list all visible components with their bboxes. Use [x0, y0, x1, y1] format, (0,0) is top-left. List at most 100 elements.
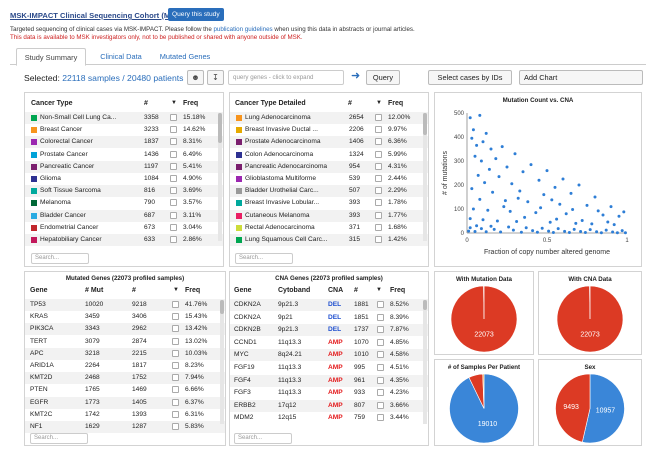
- scatter-plot[interactable]: 0 100 200 300 400 500 0 0.5 1 Fraction of copy nu…: [435, 105, 641, 267]
- table-row[interactable]: CCND1 11q13.3 AMP 1070 4.85%: [230, 337, 428, 349]
- table-row[interactable]: Bladder Cancer 687 3.11%: [25, 209, 223, 222]
- row-checkbox[interactable]: [375, 138, 382, 146]
- table-row[interactable]: Prostate Adenocarcinoma 1406 6.36%: [230, 136, 428, 149]
- freq-header[interactable]: Freq: [388, 100, 403, 107]
- table-row[interactable]: Rectal Adenocarcinoma 371 1.68%: [230, 222, 428, 234]
- cancer-type-scrollbar[interactable]: [218, 113, 222, 241]
- row-checkbox[interactable]: [375, 187, 382, 195]
- row-checkbox[interactable]: [377, 326, 384, 334]
- freq-header[interactable]: Freq: [183, 100, 198, 107]
- download-icon[interactable]: ↧: [207, 70, 224, 85]
- table-row[interactable]: Hepatobiliary Cancer 633 2.86%: [25, 234, 223, 246]
- gene-query-input[interactable]: query genes - click to expand: [228, 70, 344, 85]
- samples-per-patient-pie[interactable]: 19010: [435, 372, 533, 445]
- table-row[interactable]: TERT 3079 2874 13.02%: [25, 336, 225, 348]
- table-row[interactable]: Pancreatic Cancer 1197 5.41%: [25, 160, 223, 173]
- sex-pie[interactable]: 10957 9493: [539, 372, 641, 445]
- row-checkbox[interactable]: [377, 376, 384, 384]
- row-checkbox[interactable]: [377, 389, 384, 397]
- tab-clinical-data[interactable]: Clinical Data: [94, 48, 148, 65]
- query-study-button[interactable]: Query this study: [168, 8, 224, 21]
- row-checkbox[interactable]: [375, 236, 382, 243]
- table-row[interactable]: Prostate Cancer 1436 6.49%: [25, 149, 223, 161]
- row-checkbox[interactable]: [172, 313, 179, 321]
- cna-header[interactable]: CNA: [328, 287, 343, 294]
- table-row[interactable]: Pancreatic Adenocarcinoma 954 4.31%: [230, 160, 428, 173]
- table-row[interactable]: APC 3218 2215 10.03%: [25, 347, 225, 360]
- table-row[interactable]: CDKN2B 9p21.3 DEL 1737 7.87%: [230, 324, 428, 337]
- table-row[interactable]: Lung Adenocarcinoma 2654 12.00%: [230, 112, 428, 124]
- selected-samples[interactable]: 22118 samples: [62, 73, 120, 83]
- cna-data-pie[interactable]: 22073: [539, 284, 641, 354]
- sort-icon[interactable]: ▼: [376, 287, 382, 293]
- row-checkbox[interactable]: [377, 364, 384, 371]
- table-row[interactable]: Melanoma 790 3.57%: [25, 197, 223, 209]
- cancer-type-detailed-search[interactable]: Search...: [235, 253, 293, 264]
- row-checkbox[interactable]: [375, 175, 382, 182]
- table-row[interactable]: Breast Invasive Ductal ... 2206 9.97%: [230, 124, 428, 136]
- count-header[interactable]: #: [144, 100, 148, 107]
- gene-name[interactable]: KMT2C: [30, 411, 52, 418]
- table-row[interactable]: Non-Small Cell Lung Ca... 3358 15.18%: [25, 112, 223, 124]
- gene-header[interactable]: Gene: [234, 287, 252, 294]
- cna-genes-scrollbar[interactable]: [423, 300, 427, 424]
- row-checkbox[interactable]: [377, 338, 384, 346]
- gene-header[interactable]: Gene: [30, 287, 48, 294]
- table-row[interactable]: Bladder Urothelial Carc... 507 2.29%: [230, 185, 428, 198]
- table-row[interactable]: TP53 10020 9218 41.76%: [25, 299, 225, 311]
- row-checkbox[interactable]: [377, 351, 384, 359]
- gene-name[interactable]: CDKN2A: [234, 301, 261, 308]
- cancer-type-header[interactable]: Cancer Type: [31, 100, 73, 107]
- table-row[interactable]: Glioma 1084 4.90%: [25, 173, 223, 185]
- gene-name[interactable]: MDM2: [234, 414, 253, 421]
- row-checkbox[interactable]: [170, 211, 177, 219]
- table-row[interactable]: CDKN2A 9p21 DEL 1851 8.39%: [230, 312, 428, 324]
- cancer-type-detailed-scrollbar[interactable]: [423, 113, 427, 241]
- row-checkbox[interactable]: [170, 187, 177, 195]
- sort-icon[interactable]: ▼: [171, 100, 177, 106]
- table-row[interactable]: Glioblastoma Multiforme 539 2.44%: [230, 173, 428, 185]
- row-checkbox[interactable]: [170, 223, 177, 231]
- tab-study-summary[interactable]: Study Summary: [16, 48, 86, 66]
- table-row[interactable]: Colorectal Cancer 1837 8.31%: [25, 136, 223, 149]
- table-row[interactable]: Lung Squamous Cell Carc... 315 1.42%: [230, 234, 428, 246]
- gene-name[interactable]: CDKN2A: [234, 314, 261, 321]
- count-header[interactable]: #: [348, 100, 352, 107]
- row-checkbox[interactable]: [172, 301, 179, 308]
- gene-name[interactable]: FGF4: [234, 377, 251, 384]
- gene-name[interactable]: TERT: [30, 338, 47, 345]
- gene-name[interactable]: EGFR: [30, 399, 48, 406]
- mutation-data-pie[interactable]: 22073: [435, 284, 533, 354]
- table-row[interactable]: Breast Invasive Lobular... 393 1.78%: [230, 197, 428, 209]
- table-row[interactable]: MDM2 12q15 AMP 759 3.44%: [230, 412, 428, 424]
- row-checkbox[interactable]: [377, 313, 384, 321]
- row-checkbox[interactable]: [375, 223, 382, 231]
- row-checkbox[interactable]: [377, 401, 384, 409]
- row-checkbox[interactable]: [170, 175, 177, 182]
- row-checkbox[interactable]: [375, 162, 382, 170]
- table-row[interactable]: Colon Adenocarcinoma 1324 5.99%: [230, 149, 428, 161]
- freq-header[interactable]: Freq: [390, 287, 405, 294]
- count-header[interactable]: #: [132, 287, 136, 294]
- table-row[interactable]: Breast Cancer 3233 14.62%: [25, 124, 223, 136]
- table-row[interactable]: ARID1A 2264 1817 8.23%: [25, 360, 225, 372]
- table-row[interactable]: FGF3 11q13.3 AMP 933 4.23%: [230, 387, 428, 399]
- row-checkbox[interactable]: [172, 337, 179, 345]
- row-checkbox[interactable]: [170, 150, 177, 158]
- row-checkbox[interactable]: [375, 199, 382, 207]
- row-checkbox[interactable]: [170, 236, 177, 243]
- table-row[interactable]: Endometrial Cancer 673 3.04%: [25, 222, 223, 234]
- sort-icon[interactable]: ▼: [376, 100, 382, 106]
- row-checkbox[interactable]: [170, 138, 177, 146]
- row-checkbox[interactable]: [172, 398, 179, 406]
- cancer-type-search[interactable]: Search...: [31, 253, 89, 264]
- row-checkbox[interactable]: [172, 410, 179, 418]
- gene-name[interactable]: FGF19: [234, 364, 255, 371]
- count-header[interactable]: #: [354, 287, 358, 294]
- study-title[interactable]: MSK-IMPACT Clinical Sequencing Cohort (M…: [10, 11, 194, 20]
- query-button[interactable]: Query: [366, 70, 400, 85]
- row-checkbox[interactable]: [377, 414, 384, 422]
- gene-name[interactable]: KMT2D: [30, 374, 52, 381]
- row-checkbox[interactable]: [172, 386, 179, 394]
- gene-name[interactable]: APC: [30, 350, 44, 357]
